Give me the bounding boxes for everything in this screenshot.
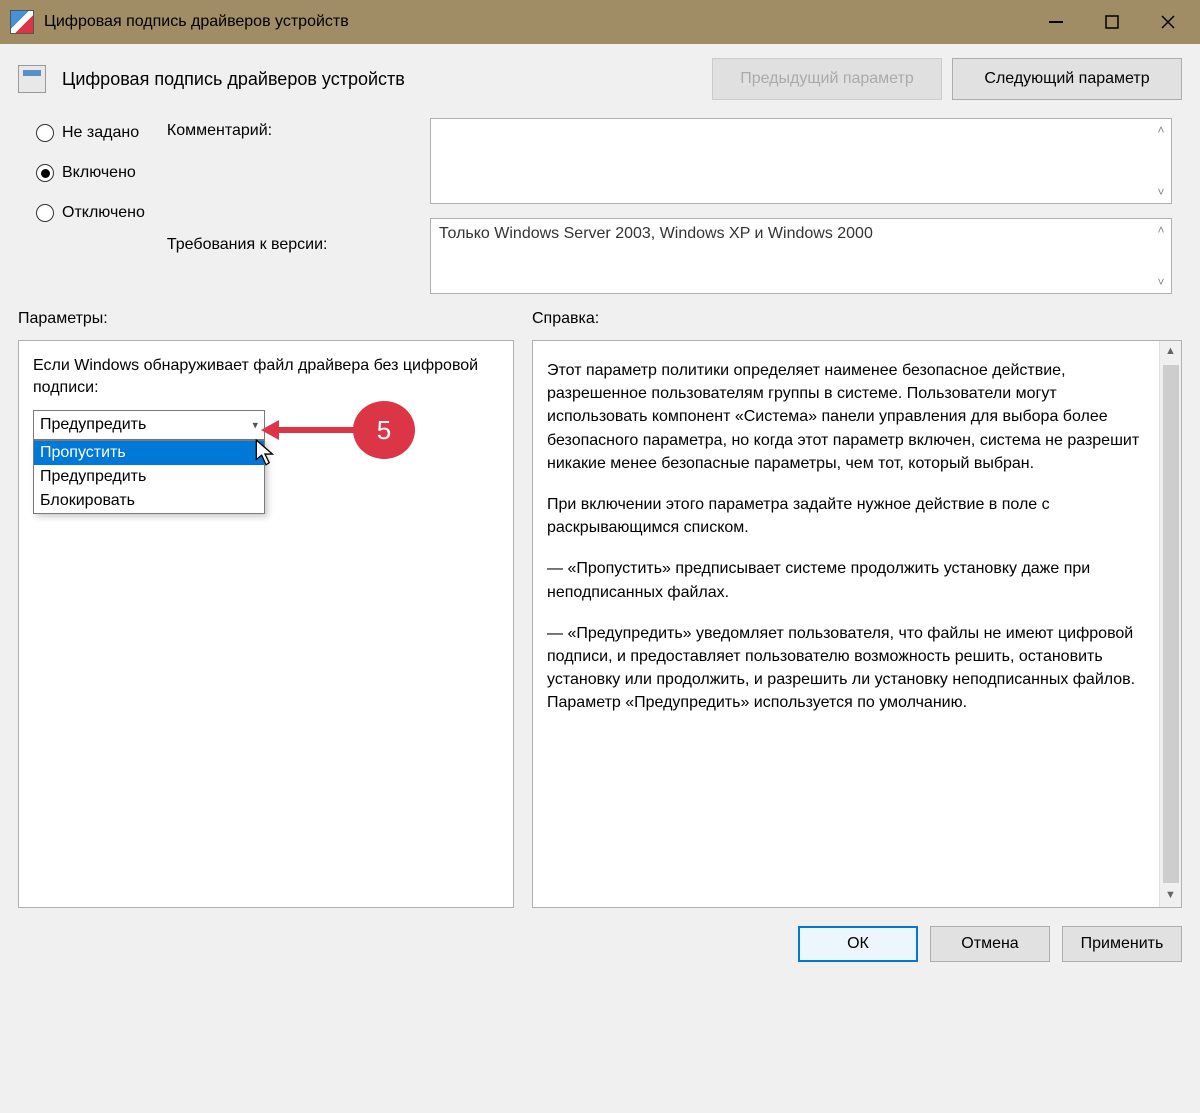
minimize-button[interactable] xyxy=(1028,3,1084,41)
policy-header-icon xyxy=(18,65,46,93)
policy-icon xyxy=(10,10,34,34)
dropdown-option-skip[interactable]: Пропустить xyxy=(34,441,264,465)
arrow-head-icon xyxy=(261,420,279,440)
next-setting-button[interactable]: Следующий параметр xyxy=(952,58,1182,100)
fields-values: ˄˅ Только Windows Server 2003, Windows X… xyxy=(430,118,1172,294)
comment-textarea[interactable]: ˄˅ xyxy=(430,118,1172,204)
panels-row: Если Windows обнаруживает файл драйвера … xyxy=(0,332,1200,918)
radio-icon xyxy=(36,204,54,222)
close-button[interactable] xyxy=(1140,3,1196,41)
maximize-button[interactable] xyxy=(1084,3,1140,41)
scroll-down-icon[interactable]: ▼ xyxy=(1160,885,1181,907)
help-scrollbar[interactable]: ▲ ▼ xyxy=(1159,341,1181,907)
help-paragraph: — «Пропустить» предписывает системе прод… xyxy=(547,557,1153,603)
scrollbar-thumb[interactable] xyxy=(1163,365,1179,883)
dialog-footer: ОК Отмена Применить xyxy=(0,918,1200,980)
nav-row: Цифровая подпись драйверов устройств Пре… xyxy=(0,44,1200,108)
dropdown-selected: Предупредить xyxy=(40,416,146,434)
help-paragraph: — «Предупредить» уведомляет пользователя… xyxy=(547,622,1153,715)
dropdown-list: Пропустить Предупредить Блокировать xyxy=(33,440,265,514)
policy-title: Цифровая подпись драйверов устройств xyxy=(62,69,702,90)
help-paragraph: При включении этого параметра задайте ну… xyxy=(547,493,1153,539)
options-panel: Если Windows обнаруживает файл драйвера … xyxy=(18,340,514,908)
config-area: Не задано Включено Отключено Комментарий… xyxy=(0,108,1200,300)
cancel-button[interactable]: Отмена xyxy=(930,926,1050,962)
scroll-indicator: ˄˅ xyxy=(1151,119,1171,203)
version-label: Требования к версии: xyxy=(167,232,408,254)
radio-enabled[interactable]: Включено xyxy=(36,164,145,182)
help-paragraph: Этот параметр политики определяет наимен… xyxy=(547,359,1153,475)
radio-label: Не задано xyxy=(62,124,139,142)
state-radio-group: Не задано Включено Отключено xyxy=(36,118,145,294)
radio-icon xyxy=(36,164,54,182)
version-requirements-box: Только Windows Server 2003, Windows XP и… xyxy=(430,218,1172,294)
fields-column: Комментарий: Требования к версии: xyxy=(167,118,408,294)
dialog-window: Цифровая подпись драйверов устройств Циф… xyxy=(0,0,1200,1113)
dropdown-option-block[interactable]: Блокировать xyxy=(34,489,264,513)
mouse-cursor-icon xyxy=(255,439,277,472)
option-description: Если Windows обнаруживает файл драйвера … xyxy=(33,355,499,400)
titlebar: Цифровая подпись драйверов устройств xyxy=(0,0,1200,44)
apply-button[interactable]: Применить xyxy=(1062,926,1182,962)
help-section-label: Справка: xyxy=(532,310,599,328)
annotation-bubble: 5 xyxy=(353,401,415,459)
help-panel: Этот параметр политики определяет наимен… xyxy=(532,340,1182,908)
version-text: Только Windows Server 2003, Windows XP и… xyxy=(439,225,873,242)
window-title: Цифровая подпись драйверов устройств xyxy=(44,13,1028,31)
dropdown-option-warn[interactable]: Предупредить xyxy=(34,465,264,489)
scroll-up-icon[interactable]: ▲ xyxy=(1160,341,1181,363)
radio-label: Включено xyxy=(62,164,136,182)
radio-label: Отключено xyxy=(62,204,145,222)
radio-disabled[interactable]: Отключено xyxy=(36,204,145,222)
comment-label: Комментарий: xyxy=(167,118,408,140)
scroll-indicator: ˄˅ xyxy=(1151,219,1171,293)
annotation-callout: 5 xyxy=(261,401,415,459)
arrow-line xyxy=(279,427,357,433)
ok-button[interactable]: ОК xyxy=(798,926,918,962)
chevron-down-icon: ▾ xyxy=(252,418,258,431)
signing-action-dropdown-wrap: Предупредить ▾ Пропустить Предупредить Б… xyxy=(33,410,265,440)
previous-setting-button[interactable]: Предыдущий параметр xyxy=(712,58,942,100)
radio-not-configured[interactable]: Не задано xyxy=(36,124,145,142)
signing-action-dropdown[interactable]: Предупредить ▾ xyxy=(33,410,265,440)
radio-icon xyxy=(36,124,54,142)
section-headers: Параметры: Справка: xyxy=(0,300,1200,332)
options-section-label: Параметры: xyxy=(18,310,514,328)
